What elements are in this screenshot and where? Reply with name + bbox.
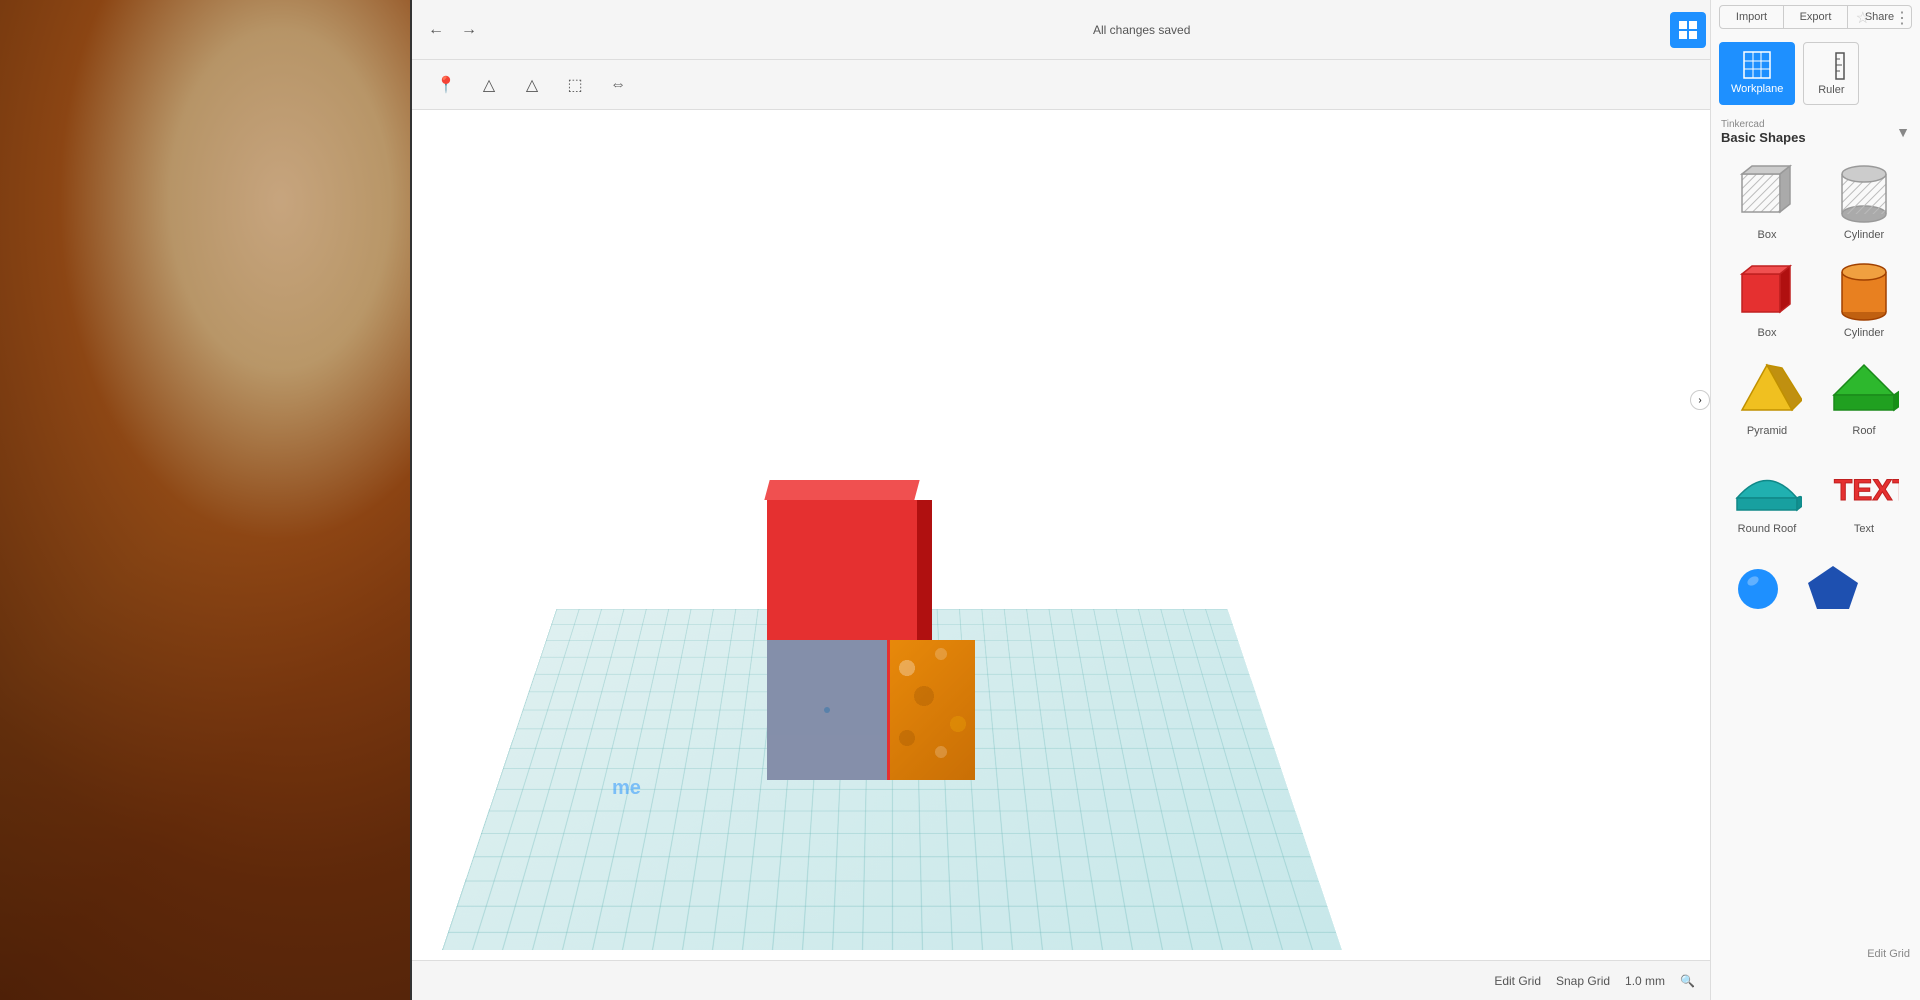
- bottom-bar: Edit Grid Snap Grid 1.0 mm 🔍: [412, 960, 1710, 1000]
- grid-view-button[interactable]: [1670, 12, 1706, 48]
- star-icon[interactable]: ☆: [1856, 8, 1870, 28]
- svg-text:TEXT: TEXT: [1834, 474, 1899, 507]
- shapes-header: Tinkercad Basic Shapes ▼: [1711, 113, 1920, 151]
- shape-orange-block[interactable]: [890, 640, 975, 780]
- canvas-label: me: [612, 777, 641, 800]
- more-options-icon[interactable]: ⋮: [1894, 8, 1910, 28]
- workplane-label: Workplane: [1731, 83, 1783, 95]
- shapes-dropdown-icon[interactable]: ▼: [1896, 124, 1910, 140]
- ruler-icon: [1816, 51, 1846, 81]
- cylinder-gray-label: Cylinder: [1844, 229, 1884, 241]
- forward-button[interactable]: →: [455, 16, 483, 44]
- shape-sphere-blue[interactable]: [1726, 553, 1791, 619]
- round-roof-icon: [1732, 458, 1802, 518]
- back-button[interactable]: ←: [422, 16, 450, 44]
- ruler-label: Ruler: [1818, 84, 1844, 96]
- cylinder-orange-label: Cylinder: [1844, 327, 1884, 339]
- zoom-icon[interactable]: 🔍: [1680, 974, 1695, 988]
- workplane-icon: [1742, 50, 1772, 80]
- location-icon[interactable]: 📍: [432, 71, 460, 99]
- triangle2-icon[interactable]: △: [518, 71, 546, 99]
- round-roof-label: Round Roof: [1738, 523, 1797, 535]
- edit-grid-button[interactable]: Edit Grid: [1867, 948, 1910, 960]
- expand-panel-button[interactable]: ›: [1690, 390, 1710, 410]
- ruler-button[interactable]: Ruler: [1803, 42, 1859, 105]
- mirror-icon[interactable]: ⇔: [604, 71, 632, 99]
- shape-pyramid-yellow[interactable]: Pyramid: [1721, 352, 1813, 445]
- pyramid-yellow-icon: [1732, 360, 1802, 420]
- save-status: All changes saved: [1093, 23, 1190, 37]
- canvas-area[interactable]: me: [412, 110, 1710, 1000]
- shapes-grid: Box Cylinder: [1711, 151, 1920, 548]
- roof-green-icon: [1829, 360, 1899, 420]
- pyramid-yellow-label: Pyramid: [1747, 425, 1787, 437]
- box-red-label: Box: [1758, 327, 1777, 339]
- snap-grid-value: 1.0 mm: [1625, 974, 1665, 988]
- grid-view-icon: [1678, 20, 1698, 40]
- pentagon-blue-icon: [1806, 561, 1861, 611]
- orange-texture: [890, 640, 975, 780]
- monitor-screen: ☆ ⋮ Import Export Share Workplane: [410, 0, 1920, 1000]
- snap-grid-label: Snap Grid: [1556, 974, 1610, 988]
- export-button[interactable]: Export: [1784, 5, 1848, 29]
- nav-buttons: ← →: [422, 16, 483, 44]
- import-button[interactable]: Import: [1719, 5, 1784, 29]
- import-export-share-row: Import Export Share: [1711, 0, 1920, 34]
- shape-round-roof[interactable]: Round Roof: [1721, 450, 1813, 543]
- shape-blue-dot: [824, 707, 830, 713]
- cylinder-orange-icon: [1829, 262, 1899, 322]
- triangle1-icon[interactable]: △: [475, 71, 503, 99]
- top-bar: ← → All changes saved What's: [412, 0, 1920, 60]
- text-shape-label: Text: [1854, 523, 1874, 535]
- workplane-button[interactable]: Workplane: [1719, 42, 1795, 105]
- shape-cylinder-gray[interactable]: Cylinder: [1818, 156, 1910, 249]
- box-red-icon: [1732, 262, 1802, 322]
- sphere-blue-icon: [1731, 561, 1786, 611]
- shapes-category: Tinkercad: [1721, 119, 1806, 130]
- roof-green-label: Roof: [1852, 425, 1875, 437]
- text-shape-icon: TEXT: [1829, 458, 1899, 518]
- shapes-title: Basic Shapes: [1721, 130, 1806, 145]
- box-gray-icon: [1732, 164, 1802, 224]
- box-gray-label: Box: [1758, 229, 1777, 241]
- shape-cylinder-orange[interactable]: Cylinder: [1818, 254, 1910, 347]
- shape-pentagon-blue[interactable]: [1801, 553, 1866, 619]
- align-icon[interactable]: ⬚: [561, 71, 589, 99]
- workplane-ruler-row: Workplane Ruler: [1711, 34, 1920, 113]
- shape-text[interactable]: TEXT Text: [1818, 450, 1910, 543]
- edit-grid-label[interactable]: Edit Grid: [1494, 974, 1541, 988]
- shape-blue-rect[interactable]: [767, 640, 887, 780]
- cylinder-gray-icon: [1829, 164, 1899, 224]
- right-panel: ☆ ⋮ Import Export Share Workplane: [1710, 0, 1920, 1000]
- shape-box-gray[interactable]: Box: [1721, 156, 1813, 249]
- shape-red-wall-top: [764, 480, 919, 500]
- second-toolbar: 📍 △ △ ⬚ ⇔: [412, 60, 1920, 110]
- shape-box-red[interactable]: Box: [1721, 254, 1813, 347]
- shape-roof-green[interactable]: Roof: [1818, 352, 1910, 445]
